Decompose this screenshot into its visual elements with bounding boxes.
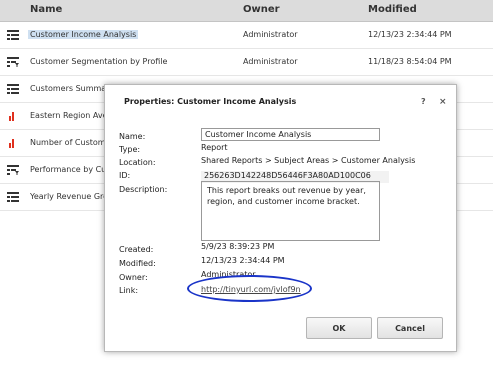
- modified-value: 12/13/23 2:34:44 PM: [201, 256, 285, 265]
- report-modified: 12/13/23 2:34:44 PM: [368, 30, 452, 39]
- column-header-modified[interactable]: Modified: [368, 4, 417, 15]
- report-name[interactable]: Customer Segmentation by Profile: [30, 57, 167, 66]
- list-item[interactable]: Customer Income Analysis Administrator 1…: [0, 22, 493, 49]
- id-label: ID:: [119, 171, 131, 180]
- close-button[interactable]: ×: [439, 97, 447, 107]
- type-value: Report: [201, 143, 228, 152]
- dialog-title: Properties: Customer Income Analysis: [124, 97, 297, 106]
- bar-chart-icon: [9, 139, 14, 148]
- bar-chart-icon: [9, 112, 14, 121]
- table-report-icon: [7, 192, 19, 202]
- modified-label: Modified:: [119, 259, 156, 268]
- location-label: Location:: [119, 158, 156, 167]
- list-item[interactable]: Customer Segmentation by Profile Adminis…: [0, 49, 493, 76]
- created-value: 5/9/23 8:39:23 PM: [201, 242, 275, 251]
- location-value: Shared Reports > Subject Areas > Custome…: [201, 156, 416, 165]
- report-name[interactable]: Yearly Revenue Gro: [30, 192, 108, 201]
- report-name[interactable]: Performance by Cus: [30, 165, 110, 174]
- properties-dialog: Properties: Customer Income Analysis ? ×…: [104, 84, 457, 352]
- name-label: Name:: [119, 132, 146, 141]
- table-filter-report-icon: [7, 57, 19, 67]
- table-filter-report-icon: [7, 165, 19, 175]
- report-owner: Administrator: [243, 57, 298, 66]
- table-report-icon: [7, 30, 19, 40]
- report-name[interactable]: Customers Summary: [30, 84, 114, 93]
- type-label: Type:: [119, 145, 141, 154]
- report-modified: 11/18/23 8:54:04 PM: [368, 57, 452, 66]
- column-header-owner[interactable]: Owner: [243, 4, 280, 15]
- help-button[interactable]: ?: [421, 97, 426, 106]
- report-name[interactable]: Eastern Region Aver: [30, 111, 111, 120]
- report-owner: Administrator: [243, 30, 298, 39]
- description-field[interactable]: This report breaks out revenue by year, …: [201, 181, 380, 241]
- report-name[interactable]: Customer Income Analysis: [28, 30, 139, 39]
- report-name[interactable]: Number of Custome: [30, 138, 111, 147]
- column-header-name[interactable]: Name: [30, 4, 62, 15]
- link-label: Link:: [119, 286, 139, 295]
- name-field[interactable]: [201, 128, 380, 141]
- created-label: Created:: [119, 245, 154, 254]
- description-label: Description:: [119, 185, 168, 194]
- owner-label: Owner:: [119, 273, 148, 282]
- table-report-icon: [7, 84, 19, 94]
- annotation-circle: [187, 275, 312, 302]
- ok-button[interactable]: OK: [306, 317, 372, 339]
- cancel-button[interactable]: Cancel: [377, 317, 443, 339]
- list-header: Name Owner Modified: [0, 0, 493, 22]
